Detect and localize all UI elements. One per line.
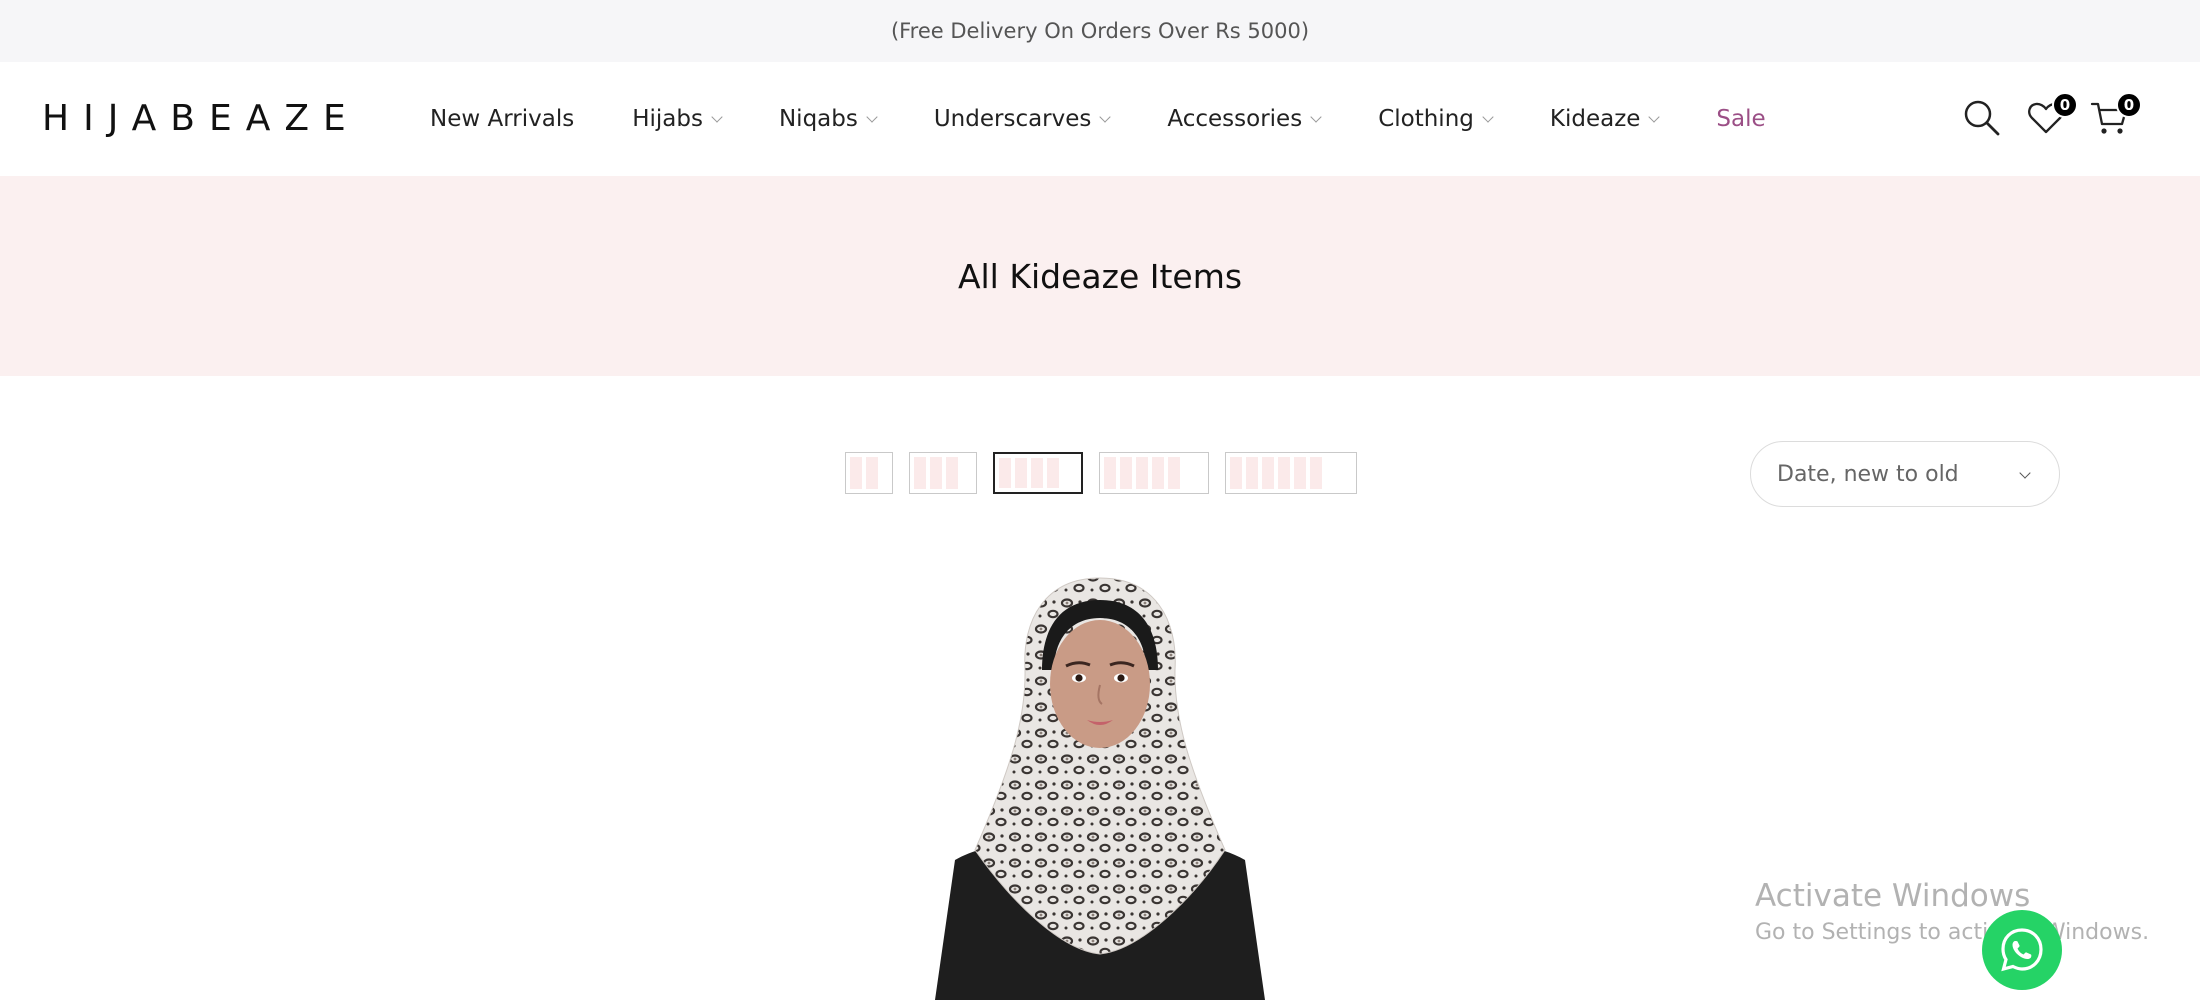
watermark-subtitle: Go to Settings to activate Windows. [1755,920,2150,945]
grid-column-icon [946,457,958,489]
grid-column-icon [1230,457,1242,489]
whatsapp-icon [2001,928,2043,972]
page-title: All Kideaze Items [957,256,1243,296]
chevron-down-icon [1099,110,1112,123]
grid-column-icon [1310,457,1322,489]
site-logo[interactable]: HIJABEAZE [42,98,360,139]
grid-column-icon [1246,457,1258,489]
watermark-title: Activate Windows [1755,878,2031,914]
grid-3-columns-button[interactable] [909,452,977,494]
nav-label: Kideaze [1549,106,1641,132]
nav-item-accessories[interactable]: Accessories [1167,106,1322,132]
main-nav: New Arrivals Hijabs Niqabs Underscarves … [430,62,1766,176]
grid-column-icon [1104,457,1116,489]
nav-label: Niqabs [778,106,858,132]
chevron-down-icon [1648,110,1661,123]
promo-bar: (Free Delivery On Orders Over Rs 5000) [0,0,2200,62]
whatsapp-chat-button[interactable] [1982,910,2062,990]
site-header: HIJABEAZE New Arrivals Hijabs Niqabs Und… [0,62,2200,176]
collection-banner: All Kideaze Items [0,176,2200,376]
sort-value: Date, new to old [1777,461,1959,487]
nav-label: Hijabs [632,106,703,132]
nav-item-niqabs[interactable]: Niqabs [778,106,878,132]
product-card-image[interactable] [930,570,1270,1000]
grid-column-icon [914,457,926,489]
nav-label: Sale [1716,106,1766,132]
grid-column-icon [1278,457,1290,489]
chevron-down-icon [2019,467,2031,479]
grid-column-icon [1152,457,1164,489]
grid-column-icon [1168,457,1180,489]
nav-item-clothing[interactable]: Clothing [1378,106,1494,132]
grid-5-columns-button[interactable] [1099,452,1209,494]
nav-item-kideaze[interactable]: Kideaze [1549,106,1661,132]
grid-column-icon [999,458,1011,488]
nav-label: Underscarves [933,106,1092,132]
grid-6-columns-button[interactable] [1225,452,1357,494]
grid-2-columns-button[interactable] [845,452,893,494]
wishlist-button[interactable]: 0 [2026,92,2078,142]
grid-column-icon [1120,457,1132,489]
chevron-down-icon [866,110,878,123]
cart-count-badge: 0 [2116,92,2142,118]
grid-column-icon [1015,458,1027,488]
chevron-down-icon [711,110,723,123]
grid-column-icon [1031,458,1043,488]
search-icon [1964,100,2000,136]
sort-select[interactable]: Date, new to old [1750,441,2060,507]
wishlist-count-badge: 0 [2052,92,2078,118]
grid-4-columns-button[interactable] [993,452,1083,494]
grid-column-icon [1136,457,1148,489]
grid-column-icon [866,457,878,489]
grid-column-icon [1294,457,1306,489]
cart-button[interactable]: 0 [2090,92,2142,142]
grid-layout-switcher [845,452,1357,494]
promo-text: (Free Delivery On Orders Over Rs 5000) [890,19,1310,43]
nav-label: Clothing [1378,106,1474,132]
nav-item-hijabs[interactable]: Hijabs [632,106,723,132]
grid-column-icon [1262,457,1274,489]
search-button[interactable] [1962,98,2006,142]
windows-activation-watermark: Activate Windows Go to Settings to activ… [1755,878,2149,945]
grid-column-icon [1047,458,1059,488]
header-icons: 0 0 [1960,62,2200,176]
nav-item-new-arrivals[interactable]: New Arrivals [430,106,574,132]
nav-label: Accessories [1167,106,1303,132]
product-photo [935,577,1265,1000]
chevron-down-icon [1482,110,1494,123]
grid-column-icon [850,457,862,489]
nav-item-underscarves[interactable]: Underscarves [933,106,1112,132]
grid-column-icon [930,457,942,489]
nav-item-sale[interactable]: Sale [1716,106,1765,132]
chevron-down-icon [1310,110,1322,123]
nav-label: New Arrivals [430,106,575,132]
